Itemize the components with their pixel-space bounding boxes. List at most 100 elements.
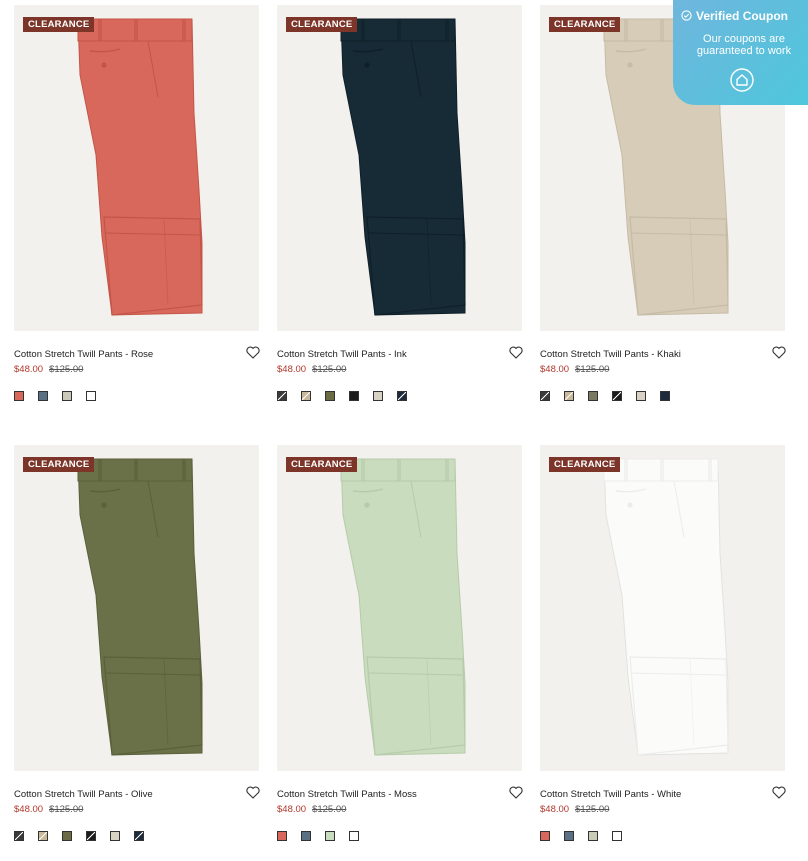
clearance-badge: CLEARANCE <box>23 17 95 32</box>
coupon-title-text: Verified Coupon <box>696 9 789 23</box>
product-name[interactable]: Cotton Stretch Twill Pants - Khaki <box>540 349 681 360</box>
color-swatch[interactable] <box>660 391 670 401</box>
belt-loop <box>624 19 628 41</box>
clearance-badge: CLEARANCE <box>286 17 358 32</box>
belt-loop <box>361 19 365 41</box>
product-name[interactable]: Cotton Stretch Twill Pants - Moss <box>277 789 417 800</box>
price: $48.00 $125.00 <box>540 364 609 375</box>
price: $48.00 $125.00 <box>540 804 609 815</box>
color-swatch[interactable] <box>612 391 622 401</box>
verified-coupon-widget[interactable]: Verified Coupon Our coupons are guarante… <box>673 0 808 105</box>
color-swatch[interactable] <box>540 391 550 401</box>
color-swatch[interactable] <box>277 831 287 841</box>
color-swatch[interactable] <box>301 391 311 401</box>
pants-cuff <box>629 216 729 316</box>
product-name[interactable]: Cotton Stretch Twill Pants - Ink <box>277 349 407 360</box>
price: $48.00 $125.00 <box>277 804 346 815</box>
product-card[interactable]: CLEARANCE Cotton Stretch Twill Pants - R… <box>14 5 260 401</box>
color-swatch[interactable] <box>373 391 383 401</box>
product-name[interactable]: Cotton Stretch Twill Pants - Rose <box>14 349 153 360</box>
color-swatch[interactable] <box>325 391 335 401</box>
product-image[interactable]: CLEARANCE <box>540 445 785 771</box>
price: $48.00 $125.00 <box>277 364 346 375</box>
product-image[interactable]: CLEARANCE <box>277 445 522 771</box>
color-swatches <box>540 831 636 841</box>
product-name[interactable]: Cotton Stretch Twill Pants - Olive <box>14 789 153 800</box>
pants-image <box>77 458 203 756</box>
color-swatch[interactable] <box>588 391 598 401</box>
clearance-badge: CLEARANCE <box>286 457 358 472</box>
color-swatch[interactable] <box>325 831 335 841</box>
color-swatch[interactable] <box>277 391 287 401</box>
heart-icon[interactable] <box>772 346 786 359</box>
product-card[interactable]: CLEARANCE Cotton Stretch Twill Pants - M… <box>277 445 523 841</box>
color-swatch[interactable] <box>86 831 96 841</box>
product-image[interactable]: CLEARANCE <box>14 445 259 771</box>
color-swatch[interactable] <box>349 831 359 841</box>
color-swatches <box>540 391 684 401</box>
heart-icon[interactable] <box>772 786 786 799</box>
color-swatch[interactable] <box>612 831 622 841</box>
color-swatches <box>277 391 421 401</box>
product-image[interactable]: CLEARANCE <box>14 5 259 331</box>
heart-icon[interactable] <box>246 346 260 359</box>
color-swatch[interactable] <box>134 831 144 841</box>
product-card[interactable]: CLEARANCE Cotton Stretch Twill Pants - O… <box>14 445 260 841</box>
belt-loop <box>134 19 138 41</box>
pants-cuff <box>366 656 466 756</box>
pants-image <box>340 458 466 756</box>
original-price: $125.00 <box>312 364 347 375</box>
original-price: $125.00 <box>575 804 610 815</box>
original-price: $125.00 <box>49 804 84 815</box>
belt-loop <box>660 19 664 41</box>
product-card[interactable]: CLEARANCE Cotton Stretch Twill Pants - I… <box>277 5 523 401</box>
color-swatch[interactable] <box>564 831 574 841</box>
heart-icon[interactable] <box>509 346 523 359</box>
product-card[interactable]: CLEARANCE Cotton Stretch Twill Pants - W… <box>540 445 786 841</box>
color-swatch[interactable] <box>397 391 407 401</box>
pants-button <box>101 62 107 68</box>
sale-price: $48.00 <box>277 804 307 815</box>
pants-cuff <box>629 656 729 756</box>
clearance-badge: CLEARANCE <box>549 457 621 472</box>
belt-loop <box>445 19 449 41</box>
color-swatch[interactable] <box>564 391 574 401</box>
heart-icon[interactable] <box>246 786 260 799</box>
sale-price: $48.00 <box>277 364 307 375</box>
belt-loop <box>182 459 186 481</box>
color-swatch[interactable] <box>588 831 598 841</box>
price: $48.00 $125.00 <box>14 364 83 375</box>
check-circle-icon <box>681 10 692 21</box>
color-swatch[interactable] <box>38 391 48 401</box>
pants-button <box>101 502 107 508</box>
heart-icon[interactable] <box>509 786 523 799</box>
home-icon[interactable] <box>730 68 754 92</box>
clearance-badge: CLEARANCE <box>23 457 95 472</box>
color-swatch[interactable] <box>301 831 311 841</box>
sale-price: $48.00 <box>14 804 44 815</box>
color-swatch[interactable] <box>38 831 48 841</box>
price: $48.00 $125.00 <box>14 804 83 815</box>
color-swatches <box>277 831 373 841</box>
sale-price: $48.00 <box>540 364 570 375</box>
color-swatch[interactable] <box>14 831 24 841</box>
color-swatch[interactable] <box>110 831 120 841</box>
belt-loop <box>98 459 102 481</box>
pants-button <box>627 502 633 508</box>
pants-cuff <box>103 216 203 316</box>
color-swatch[interactable] <box>349 391 359 401</box>
belt-loop <box>361 459 365 481</box>
belt-loop <box>397 19 401 41</box>
color-swatch[interactable] <box>62 391 72 401</box>
product-image[interactable]: CLEARANCE <box>277 5 522 331</box>
coupon-subtitle: Our coupons are guaranteed to work <box>696 33 792 57</box>
color-swatch[interactable] <box>540 831 550 841</box>
pants-cuff <box>366 216 466 316</box>
color-swatch[interactable] <box>636 391 646 401</box>
color-swatch[interactable] <box>62 831 72 841</box>
color-swatch[interactable] <box>14 391 24 401</box>
color-swatches <box>14 391 110 401</box>
color-swatch[interactable] <box>86 391 96 401</box>
product-name[interactable]: Cotton Stretch Twill Pants - White <box>540 789 681 800</box>
clearance-badge: CLEARANCE <box>549 17 621 32</box>
